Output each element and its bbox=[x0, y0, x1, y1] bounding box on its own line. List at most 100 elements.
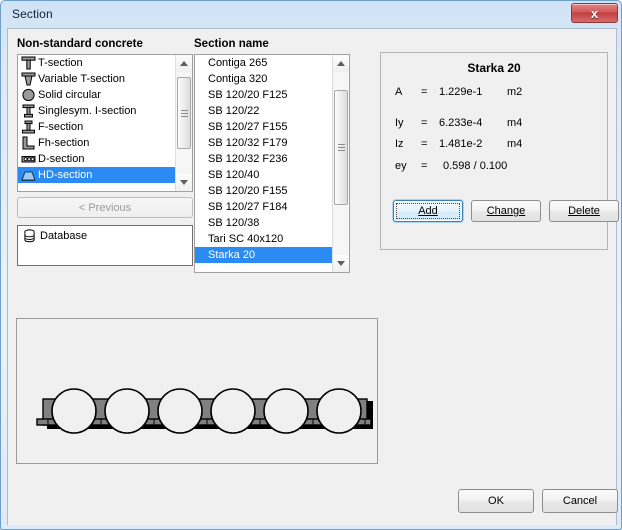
list-item[interactable]: Tari SC 40x120 bbox=[195, 231, 332, 247]
list-item-label: Contiga 320 bbox=[208, 73, 268, 85]
list-item-label: Starka 20 bbox=[208, 249, 256, 261]
non-standard-concrete-label: Non-standard concrete bbox=[17, 38, 143, 50]
section-type-list-items: T-section Variable T-section Solid circu… bbox=[18, 55, 175, 191]
change-button-label: Change bbox=[486, 205, 526, 217]
list-item[interactable]: Contiga 265 bbox=[195, 55, 332, 71]
hd-section-icon bbox=[21, 168, 36, 182]
ok-button[interactable]: OK bbox=[458, 489, 534, 513]
list-item[interactable]: Variable T-section bbox=[18, 71, 175, 87]
section-name-listbox[interactable]: Contiga 265 Contiga 320 SB 120/20 F125 S… bbox=[194, 54, 350, 273]
list-item-hd-section[interactable]: HD-section bbox=[18, 167, 175, 183]
scroll-down-button[interactable] bbox=[176, 174, 192, 191]
section-dialog-window: Section x Non-standard concrete T-sectio… bbox=[0, 0, 622, 530]
list-item-label: F-section bbox=[38, 121, 84, 133]
property-value: 6.233e-4 bbox=[439, 117, 483, 129]
list-item-label: SB 120/20 F155 bbox=[208, 185, 288, 197]
database-list-item[interactable]: Database bbox=[22, 229, 87, 243]
list-item-label: SB 120/38 bbox=[208, 217, 260, 229]
section-type-scrollbar[interactable] bbox=[175, 55, 192, 191]
chevron-down-icon bbox=[180, 180, 188, 185]
section-name-label: Section name bbox=[194, 38, 269, 50]
database-icon bbox=[22, 229, 37, 243]
scroll-down-button[interactable] bbox=[333, 255, 349, 272]
property-unit: m4 bbox=[507, 138, 523, 150]
list-item[interactable]: Solid circular bbox=[18, 87, 175, 103]
list-item[interactable]: SB 120/22 bbox=[195, 103, 332, 119]
section-type-listbox[interactable]: T-section Variable T-section Solid circu… bbox=[17, 54, 193, 192]
list-item-label: Contiga 265 bbox=[208, 57, 268, 69]
property-symbol: Iy bbox=[395, 117, 404, 129]
close-button[interactable]: x bbox=[571, 3, 618, 23]
grip-icon bbox=[180, 108, 188, 119]
list-item[interactable]: SB 120/32 F236 bbox=[195, 151, 332, 167]
cancel-button-label: Cancel bbox=[562, 495, 598, 507]
list-item[interactable]: SB 120/20 F125 bbox=[195, 87, 332, 103]
list-item-label: Fh-section bbox=[38, 137, 90, 149]
property-symbol: ey bbox=[395, 160, 407, 172]
property-equals: = bbox=[421, 86, 428, 98]
property-equals: = bbox=[421, 160, 428, 172]
add-button-label: Add bbox=[418, 205, 438, 217]
property-unit: m4 bbox=[507, 117, 523, 129]
close-icon: x bbox=[590, 5, 599, 21]
delete-button[interactable]: Delete bbox=[549, 200, 619, 222]
list-item[interactable]: Singlesym. I-section bbox=[18, 103, 175, 119]
property-symbol: Iz bbox=[395, 138, 404, 150]
list-item-label: SB 120/27 F155 bbox=[208, 121, 288, 133]
list-item-label: Variable T-section bbox=[38, 73, 126, 85]
list-item-label: D-section bbox=[38, 153, 85, 165]
cancel-button[interactable]: Cancel bbox=[542, 489, 618, 513]
list-item-label: SB 120/20 F125 bbox=[208, 89, 288, 101]
list-item-label: Tari SC 40x120 bbox=[208, 233, 284, 245]
scrollbar-thumb[interactable] bbox=[177, 77, 191, 149]
list-item[interactable]: Contiga 320 bbox=[195, 71, 332, 87]
list-item[interactable]: Fh-section bbox=[18, 135, 175, 151]
delete-button-label: Delete bbox=[568, 205, 600, 217]
previous-button[interactable]: < Previous bbox=[17, 197, 193, 218]
chevron-down-icon bbox=[337, 261, 345, 266]
section-properties-panel: Starka 20 A = 1.229e-1 m2 Iy = 6.233e-4 … bbox=[380, 52, 619, 250]
title-bar: Section x bbox=[1, 1, 622, 28]
list-item[interactable]: SB 120/27 F155 bbox=[195, 119, 332, 135]
chevron-up-icon bbox=[337, 61, 345, 66]
property-value: 1.229e-1 bbox=[439, 86, 483, 98]
add-button[interactable]: Add bbox=[393, 200, 463, 222]
list-item-selected[interactable]: Starka 20 bbox=[195, 247, 332, 263]
dialog-client-area: Non-standard concrete T-section Variable… bbox=[7, 28, 619, 525]
property-equals: = bbox=[421, 138, 428, 150]
property-unit: m2 bbox=[507, 86, 523, 98]
list-item[interactable]: F-section bbox=[18, 119, 175, 135]
scroll-up-button[interactable] bbox=[333, 55, 349, 72]
grip-icon bbox=[337, 142, 345, 153]
scroll-up-button[interactable] bbox=[176, 55, 192, 72]
property-equals: = bbox=[421, 117, 428, 129]
list-item-label: SB 120/27 F184 bbox=[208, 201, 288, 213]
previous-button-label: < Previous bbox=[78, 201, 132, 214]
list-item[interactable]: SB 120/20 F155 bbox=[195, 183, 332, 199]
property-value: 0.598 / 0.100 bbox=[443, 160, 508, 172]
list-item-label: SB 120/32 F179 bbox=[208, 137, 288, 149]
scrollbar-thumb[interactable] bbox=[334, 90, 348, 205]
property-value: 1.481e-2 bbox=[439, 138, 483, 150]
list-item[interactable]: SB 120/27 F184 bbox=[195, 199, 332, 215]
solid-circular-icon bbox=[21, 88, 36, 102]
singlesym-i-section-icon bbox=[21, 104, 36, 118]
list-item-label: SB 120/22 bbox=[208, 105, 260, 117]
d-section-icon bbox=[21, 152, 36, 166]
section-name-scrollbar[interactable] bbox=[332, 55, 349, 272]
list-item[interactable]: T-section bbox=[18, 55, 175, 71]
list-item[interactable]: D-section bbox=[18, 151, 175, 167]
database-listbox[interactable]: Database bbox=[17, 225, 193, 266]
list-item-label: SB 120/40 bbox=[208, 169, 260, 181]
fh-section-icon bbox=[21, 136, 36, 150]
list-item-label: HD-section bbox=[38, 169, 93, 181]
window-title: Section bbox=[12, 7, 53, 21]
t-section-icon bbox=[21, 56, 36, 70]
list-item[interactable]: SB 120/40 bbox=[195, 167, 332, 183]
list-item-label: Singlesym. I-section bbox=[38, 105, 137, 117]
list-item[interactable]: SB 120/38 bbox=[195, 215, 332, 231]
list-item-label: SB 120/32 F236 bbox=[208, 153, 288, 165]
change-button[interactable]: Change bbox=[471, 200, 541, 222]
section-name-list-items: Contiga 265 Contiga 320 SB 120/20 F125 S… bbox=[195, 55, 332, 272]
list-item[interactable]: SB 120/32 F179 bbox=[195, 135, 332, 151]
